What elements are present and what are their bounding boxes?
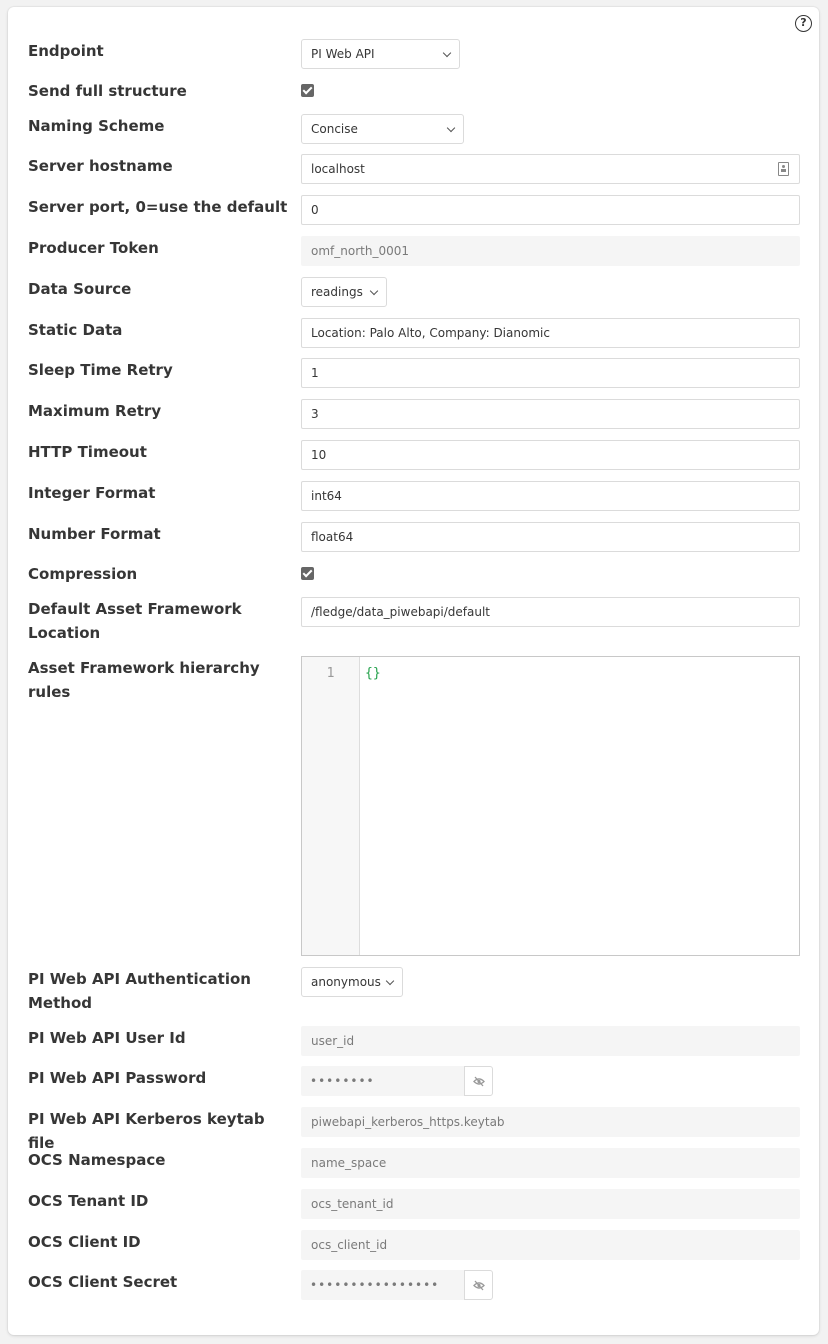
toggle-secret-visibility-button[interactable] bbox=[464, 1270, 493, 1300]
integer-format-input[interactable]: int64 bbox=[301, 481, 800, 511]
data-source-label: Data Source bbox=[28, 280, 132, 298]
ocs-client-id-label: OCS Client ID bbox=[28, 1233, 141, 1251]
send-full-structure-checkbox[interactable] bbox=[301, 84, 314, 97]
integer-format-label: Integer Format bbox=[28, 484, 156, 502]
ocs-client-secret-input[interactable]: •••••••••••••••• bbox=[301, 1270, 464, 1300]
pi-password-label: PI Web API Password bbox=[28, 1069, 207, 1087]
endpoint-value: PI Web API bbox=[311, 47, 375, 61]
configuration-card: ? Endpoint PI Web API Send full structur… bbox=[8, 7, 819, 1335]
data-source-value: readings bbox=[311, 285, 363, 299]
chevron-down-icon bbox=[369, 286, 379, 296]
pi-kerberos-keytab-input[interactable]: piwebapi_kerberos_https.keytab bbox=[301, 1107, 800, 1137]
naming-scheme-select[interactable]: Concise bbox=[301, 114, 464, 144]
ocs-tenant-id-input[interactable]: ocs_tenant_id bbox=[301, 1189, 800, 1219]
maximum-retry-input[interactable]: 3 bbox=[301, 399, 800, 429]
compression-checkbox[interactable] bbox=[301, 567, 314, 580]
data-source-select[interactable]: readings bbox=[301, 277, 387, 307]
eye-slash-icon bbox=[473, 1280, 485, 1291]
contact-card-icon[interactable] bbox=[778, 162, 789, 176]
default-af-location-label: Default Asset Framework Location bbox=[28, 600, 242, 642]
ocs-namespace-label: OCS Namespace bbox=[28, 1151, 166, 1169]
pi-user-id-input[interactable]: user_id bbox=[301, 1026, 800, 1056]
eye-slash-icon bbox=[473, 1076, 485, 1087]
http-timeout-input[interactable]: 10 bbox=[301, 440, 800, 470]
pi-auth-method-select[interactable]: anonymous bbox=[301, 967, 403, 997]
help-icon[interactable]: ? bbox=[795, 15, 812, 32]
sleep-time-retry-label: Sleep Time Retry bbox=[28, 361, 173, 379]
chevron-down-icon bbox=[385, 976, 395, 986]
pi-auth-method-label: PI Web API Authentication Method bbox=[28, 970, 251, 1012]
pi-user-id-label: PI Web API User Id bbox=[28, 1029, 186, 1047]
server-port-label: Server port, 0=use the default bbox=[28, 198, 288, 216]
ocs-client-secret-label: OCS Client Secret bbox=[28, 1273, 178, 1291]
maximum-retry-label: Maximum Retry bbox=[28, 402, 162, 420]
ocs-client-id-input[interactable]: ocs_client_id bbox=[301, 1230, 800, 1260]
compression-label: Compression bbox=[28, 565, 138, 583]
producer-token-label: Producer Token bbox=[28, 239, 159, 257]
server-hostname-value: localhost bbox=[311, 162, 365, 176]
pi-password-input[interactable]: •••••••• bbox=[301, 1066, 464, 1096]
af-hierarchy-rules-editor[interactable]: 1 {} bbox=[301, 656, 800, 956]
server-hostname-input[interactable]: localhost bbox=[301, 154, 800, 184]
default-af-location-input[interactable]: /fledge/data_piwebapi/default bbox=[301, 597, 800, 627]
number-format-label: Number Format bbox=[28, 525, 161, 543]
line-number-gutter: 1 bbox=[302, 657, 360, 955]
server-hostname-label: Server hostname bbox=[28, 157, 173, 175]
af-hierarchy-rules-label: Asset Framework hierarchy rules bbox=[28, 659, 260, 701]
static-data-input[interactable]: Location: Palo Alto, Company: Dianomic bbox=[301, 318, 800, 348]
ocs-client-secret-group: •••••••••••••••• bbox=[301, 1270, 493, 1300]
number-format-input[interactable]: float64 bbox=[301, 522, 800, 552]
ocs-tenant-id-label: OCS Tenant ID bbox=[28, 1192, 149, 1210]
toggle-password-visibility-button[interactable] bbox=[464, 1066, 493, 1096]
chevron-down-icon bbox=[446, 123, 456, 133]
endpoint-select[interactable]: PI Web API bbox=[301, 39, 460, 69]
ocs-namespace-input[interactable]: name_space bbox=[301, 1148, 800, 1178]
code-content[interactable]: {} bbox=[360, 657, 799, 955]
naming-scheme-value: Concise bbox=[311, 122, 358, 136]
endpoint-label: Endpoint bbox=[28, 42, 104, 60]
server-port-input[interactable]: 0 bbox=[301, 195, 800, 225]
pi-auth-method-value: anonymous bbox=[311, 975, 381, 989]
producer-token-input[interactable]: omf_north_0001 bbox=[301, 236, 800, 266]
chevron-down-icon bbox=[442, 48, 452, 58]
naming-scheme-label: Naming Scheme bbox=[28, 117, 165, 135]
sleep-time-retry-input[interactable]: 1 bbox=[301, 358, 800, 388]
send-full-structure-label: Send full structure bbox=[28, 82, 187, 100]
pi-password-group: •••••••• bbox=[301, 1066, 493, 1096]
static-data-label: Static Data bbox=[28, 321, 123, 339]
http-timeout-label: HTTP Timeout bbox=[28, 443, 147, 461]
